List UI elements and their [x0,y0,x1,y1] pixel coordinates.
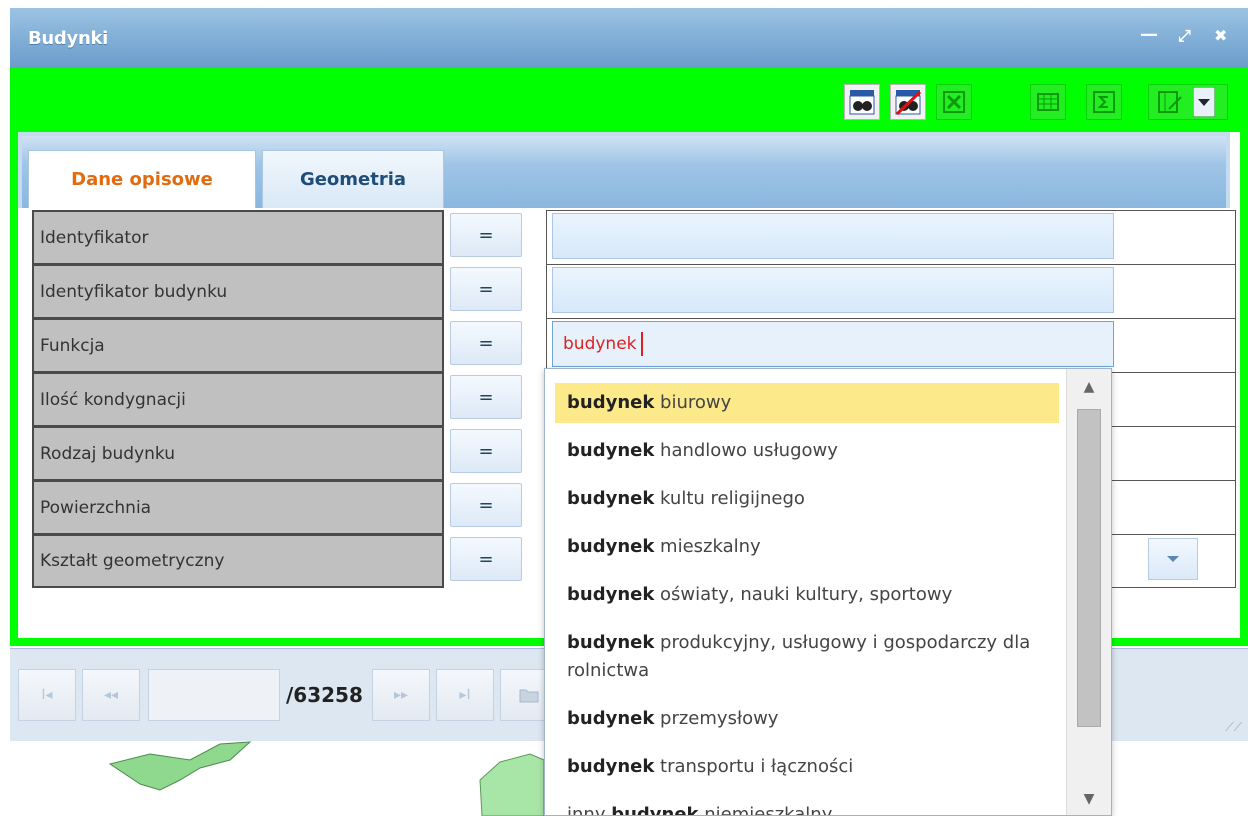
operator-button[interactable]: = [450,267,522,311]
table-view-button[interactable] [1030,84,1066,120]
sum-icon [1093,91,1115,113]
last-page-button[interactable]: ▸I [436,669,494,721]
identyfikator-budynku-input[interactable] [552,267,1114,313]
scroll-up-icon[interactable]: ▲ [1067,369,1111,405]
close-icon[interactable]: ✖ [1214,26,1227,45]
funkcja-input-text: budynek [563,334,637,354]
field-label: Ilość kondygnacji [32,372,444,426]
tab-geometria[interactable]: Geometria [262,150,444,208]
operator-button[interactable]: = [450,537,522,581]
tab-strip: Dane opisowe Geometria [18,132,1230,208]
operator-button[interactable]: = [450,213,522,257]
page-number-input[interactable] [148,669,280,721]
operator-button[interactable]: = [450,321,522,365]
field-label: Rodzaj budynku [32,426,444,480]
field-label: Identyfikator budynku [32,264,444,318]
field-label: Kształt geometryczny [32,534,444,588]
autocomplete-option[interactable]: budynek produkcyjny, usługowy i gospodar… [555,623,1059,691]
minimize-icon[interactable]: — [1140,24,1158,45]
autocomplete-option[interactable]: inny budynek niemieszkalny [555,795,1059,815]
operator-button[interactable]: = [450,429,522,473]
window-titlebar[interactable]: Budynki — ⤢ ✖ [10,8,1248,69]
column-config-icon [1158,91,1182,113]
field-label: Powierzchnia [32,480,444,534]
table-view-icon [1037,93,1059,111]
dropdown-scrollbar[interactable]: ▲ ▼ [1066,369,1111,815]
prev-page-button[interactable]: ◂◂ [82,669,140,721]
funkcja-input[interactable]: budynek [552,321,1114,367]
autocomplete-option[interactable]: budynek oświaty, nauki kultury, sportowy [555,575,1059,615]
autocomplete-option[interactable]: budynek handlowo usługowy [555,431,1059,471]
operator-button[interactable]: = [450,375,522,419]
identyfikator-input[interactable] [552,213,1114,259]
field-label: Identyfikator [32,210,444,264]
ksztalt-combo-trigger[interactable] [1148,538,1198,580]
window-title: Budynki [28,28,109,49]
chevron-down-icon [1167,556,1179,562]
column-config-button[interactable] [1148,84,1228,120]
operator-button[interactable]: = [450,483,522,527]
chevron-down-icon [1193,87,1215,117]
field-row-funkcja: Funkcja = budynek [32,318,1240,372]
restore-icon[interactable]: ⤢ [1178,26,1191,46]
folder-icon [519,689,539,703]
resize-grip-icon[interactable]: ⟋⟋ [1225,720,1242,735]
page-total: /63258 [286,683,363,707]
sum-button[interactable] [1086,84,1122,120]
excel-export-button[interactable] [936,84,972,120]
scroll-down-icon[interactable]: ▼ [1067,781,1111,815]
excel-export-icon [943,91,965,113]
autocomplete-option[interactable]: budynek kultu religijnego [555,479,1059,519]
field-label: Funkcja [32,318,444,372]
first-page-button[interactable]: I◂ [18,669,76,721]
tab-dane-opisowe[interactable]: Dane opisowe [28,150,256,208]
autocomplete-option[interactable]: budynek mieszkalny [555,527,1059,567]
autocomplete-option[interactable]: budynek biurowy [555,383,1059,423]
funkcja-autocomplete-list: budynek biurowy budynek handlowo usługow… [544,368,1112,816]
field-row-identyfikator-budynku: Identyfikator budynku = [32,264,1240,318]
next-page-button[interactable]: ▸▸ [372,669,430,721]
clear-search-button[interactable] [890,84,926,120]
autocomplete-option[interactable]: budynek transportu i łączności [555,747,1059,787]
autocomplete-option[interactable]: budynek przemysłowy [555,699,1059,739]
search-button[interactable] [844,84,880,120]
scroll-thumb[interactable] [1077,409,1101,727]
field-row-identyfikator: Identyfikator = [32,210,1240,264]
text-caret [640,332,643,356]
search-binoculars-icon [849,90,875,115]
clear-search-icon [895,90,921,115]
